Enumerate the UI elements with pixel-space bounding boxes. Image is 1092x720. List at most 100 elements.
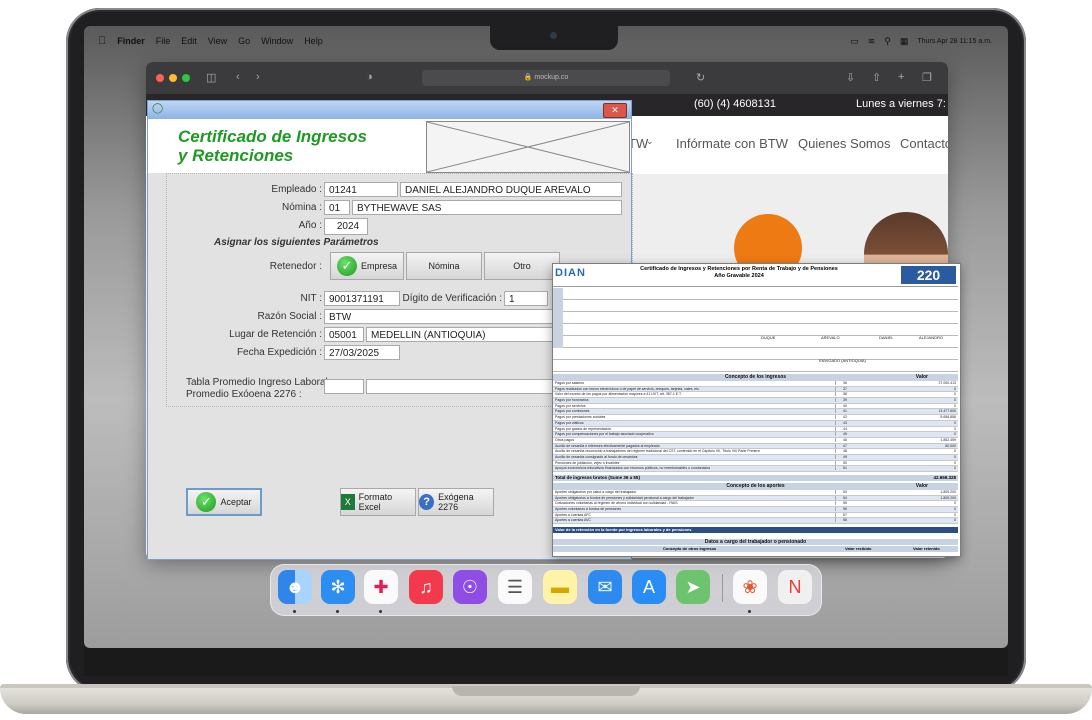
menu-finder[interactable]: Finder xyxy=(117,36,145,46)
ingresos-row-value: 0 xyxy=(954,426,956,431)
menu-help[interactable]: Help xyxy=(304,36,323,46)
maps-icon[interactable]: ➤ xyxy=(676,570,710,604)
slack-icon[interactable]: ✚ xyxy=(364,570,398,604)
dv-field[interactable]: 1 xyxy=(504,291,548,306)
empresa-button[interactable]: ✓ Empresa xyxy=(330,252,404,280)
share-icon[interactable]: ⇧ xyxy=(872,71,881,84)
reminders-icon[interactable]: ☰ xyxy=(498,570,532,604)
fecha-expedicion-field[interactable]: 27/03/2025 xyxy=(324,345,400,360)
form-title: Certificado de Ingresos y Retenciones po… xyxy=(623,266,855,280)
menu-edit[interactable]: Edit xyxy=(181,36,197,46)
app-heading-line2: y Retenciones xyxy=(178,146,294,165)
formato-excel-button[interactable]: X Formato Excel xyxy=(340,488,416,516)
help-icon: ? xyxy=(419,494,435,510)
address-bar[interactable]: 🔒 mockup.co xyxy=(422,70,670,86)
battery-icon[interactable]: ▭ xyxy=(850,36,859,47)
ingresos-row-number: 39 xyxy=(835,398,854,403)
finder-icon[interactable]: ☻ xyxy=(278,570,312,604)
empleado-code-field[interactable]: 01241 xyxy=(324,182,398,197)
nit-field[interactable]: 9001371191 xyxy=(324,291,400,306)
notes-icon[interactable]: ▬ xyxy=(543,570,577,604)
nomina-code-field[interactable]: 01 xyxy=(324,200,350,215)
ingresos-row-value: 0 xyxy=(954,398,956,403)
aportes-col-valor: Valor xyxy=(915,483,928,489)
zoom-window-button[interactable] xyxy=(182,74,190,82)
app-icon: ◯ xyxy=(152,103,164,114)
mail-icon[interactable]: ✉ xyxy=(588,570,622,604)
app-heading: Certificado de Ingresos y Retenciones xyxy=(178,127,367,165)
anio-label: Año : xyxy=(298,220,322,231)
otro-button[interactable]: Otro xyxy=(484,252,560,280)
nomina-name-field[interactable]: BYTHEWAVE SAS xyxy=(352,200,622,215)
reload-icon[interactable]: ↻ xyxy=(696,71,705,84)
back-icon[interactable]: ‹ xyxy=(236,71,240,83)
menubar-clock[interactable]: Thurs Apr 28 11:15 a.m. xyxy=(917,38,992,45)
aportes-row: Aportes a cuentas AVC 58 0 xyxy=(553,518,958,525)
datos-col-concepto: Concepto de otros ingresos xyxy=(663,546,717,551)
forward-icon[interactable]: › xyxy=(256,71,260,83)
apple-icon[interactable]:  xyxy=(98,35,106,47)
tabla-code-field[interactable] xyxy=(324,379,364,394)
nomina-button[interactable]: Nómina xyxy=(406,252,482,280)
ingresos-row-number: 47 xyxy=(835,443,854,448)
slack-running-dot xyxy=(379,610,382,613)
menu-view[interactable]: View xyxy=(208,36,227,46)
aportes-row-value: 0 xyxy=(954,501,956,506)
close-icon[interactable]: ✕ xyxy=(603,103,627,118)
app-heading-line1: Certificado de Ingresos xyxy=(178,127,367,146)
empleado-name-field[interactable]: DANIEL ALEJANDRO DUQUE AREVALO xyxy=(400,182,622,197)
total-ingresos-value: 42.659.328 xyxy=(933,475,956,480)
control-center-icon[interactable]: ▦ xyxy=(900,36,909,47)
photos-icon[interactable]: ❀ xyxy=(733,570,767,604)
anio-field[interactable]: 2024 xyxy=(324,218,368,235)
download-icon[interactable]: ⇩ xyxy=(846,71,855,84)
ingresos-row-label: Auxilio de cesantía consignado al fondo … xyxy=(555,454,638,459)
aceptar-button[interactable]: ✓ Aceptar xyxy=(186,488,262,516)
aportes-row-label: Aportes a cuentas AVC xyxy=(555,518,591,523)
search-icon[interactable]: ⚲ xyxy=(884,36,891,47)
safari-icon[interactable]: ✻ xyxy=(321,570,355,604)
ingresos-row-value: 27.000.413 xyxy=(938,381,956,385)
nav-item-contacto[interactable]: Contacto xyxy=(900,136,948,151)
check-icon: ✓ xyxy=(336,256,357,276)
dian-logo: DIAN xyxy=(555,267,586,279)
menu-go[interactable]: Go xyxy=(238,36,250,46)
nav-item-quienes[interactable]: Quienes Somos xyxy=(798,136,891,151)
ingresos-row-number: 41 xyxy=(835,409,854,414)
ingresos-row-label: Pagos realizados con bonos electrónicos … xyxy=(555,386,700,391)
ingresos-row-label: Valor del exceso de los pagos por alimen… xyxy=(555,392,682,397)
close-window-button[interactable] xyxy=(156,74,164,82)
form-city: ENVIGADO (ANTIOQUIA) xyxy=(819,358,866,363)
exogena-button[interactable]: ? Exógena 2276 xyxy=(418,488,494,516)
form-first-name: DANIEL xyxy=(879,335,894,340)
new-tab-icon[interactable]: + xyxy=(898,71,904,83)
total-ingresos-label: Total de ingresos brutos (Sume 36 a 55) xyxy=(555,475,640,480)
ingresos-row-label: Pagos por servicios xyxy=(555,403,586,408)
nav-item-informate[interactable]: Infórmate con BTW xyxy=(676,136,788,151)
menu-window[interactable]: Window xyxy=(261,36,293,46)
lugar-code-field[interactable]: 05001 xyxy=(324,327,364,342)
menu-file[interactable]: File xyxy=(156,36,171,46)
section-datos-head: Datos a cargo del trabajador o pensionad… xyxy=(553,539,958,545)
podcasts-icon[interactable]: ☉ xyxy=(453,570,487,604)
shield-icon[interactable]: ◑ xyxy=(366,71,373,83)
ingresos-row-value: 0 xyxy=(954,392,956,397)
minimize-window-button[interactable] xyxy=(169,74,177,82)
aportes-row-number: 58 xyxy=(835,518,854,523)
music-icon[interactable]: ♫ xyxy=(409,570,443,604)
site-hours: Lunes a viernes 7: xyxy=(856,98,946,110)
form-other-names: ALEJANDRO xyxy=(919,335,944,340)
news-icon[interactable]: N xyxy=(778,570,812,604)
ingresos-row-value: 0 xyxy=(954,466,956,471)
site-phone[interactable]: (60) (4) 4608131 xyxy=(694,98,776,110)
ingresos-row-label: Auxilio de cesantía reconocido a trabaja… xyxy=(555,449,760,454)
sidebar-icon[interactable]: ◫ xyxy=(206,71,216,84)
form-subtitle: Año Gravable 2024 xyxy=(714,273,764,279)
app-store-icon[interactable]: A xyxy=(632,570,666,604)
chevron-down-icon: ⌄ xyxy=(646,136,654,146)
tabs-overview-icon[interactable]: ❐ xyxy=(922,71,932,84)
wifi-icon[interactable]: ≋ xyxy=(868,36,876,47)
ingresos-row-number: 49 xyxy=(835,454,854,459)
fecha-expedicion-label: Fecha Expedición : xyxy=(236,347,322,358)
aportes-row-number: 54 xyxy=(835,495,854,500)
